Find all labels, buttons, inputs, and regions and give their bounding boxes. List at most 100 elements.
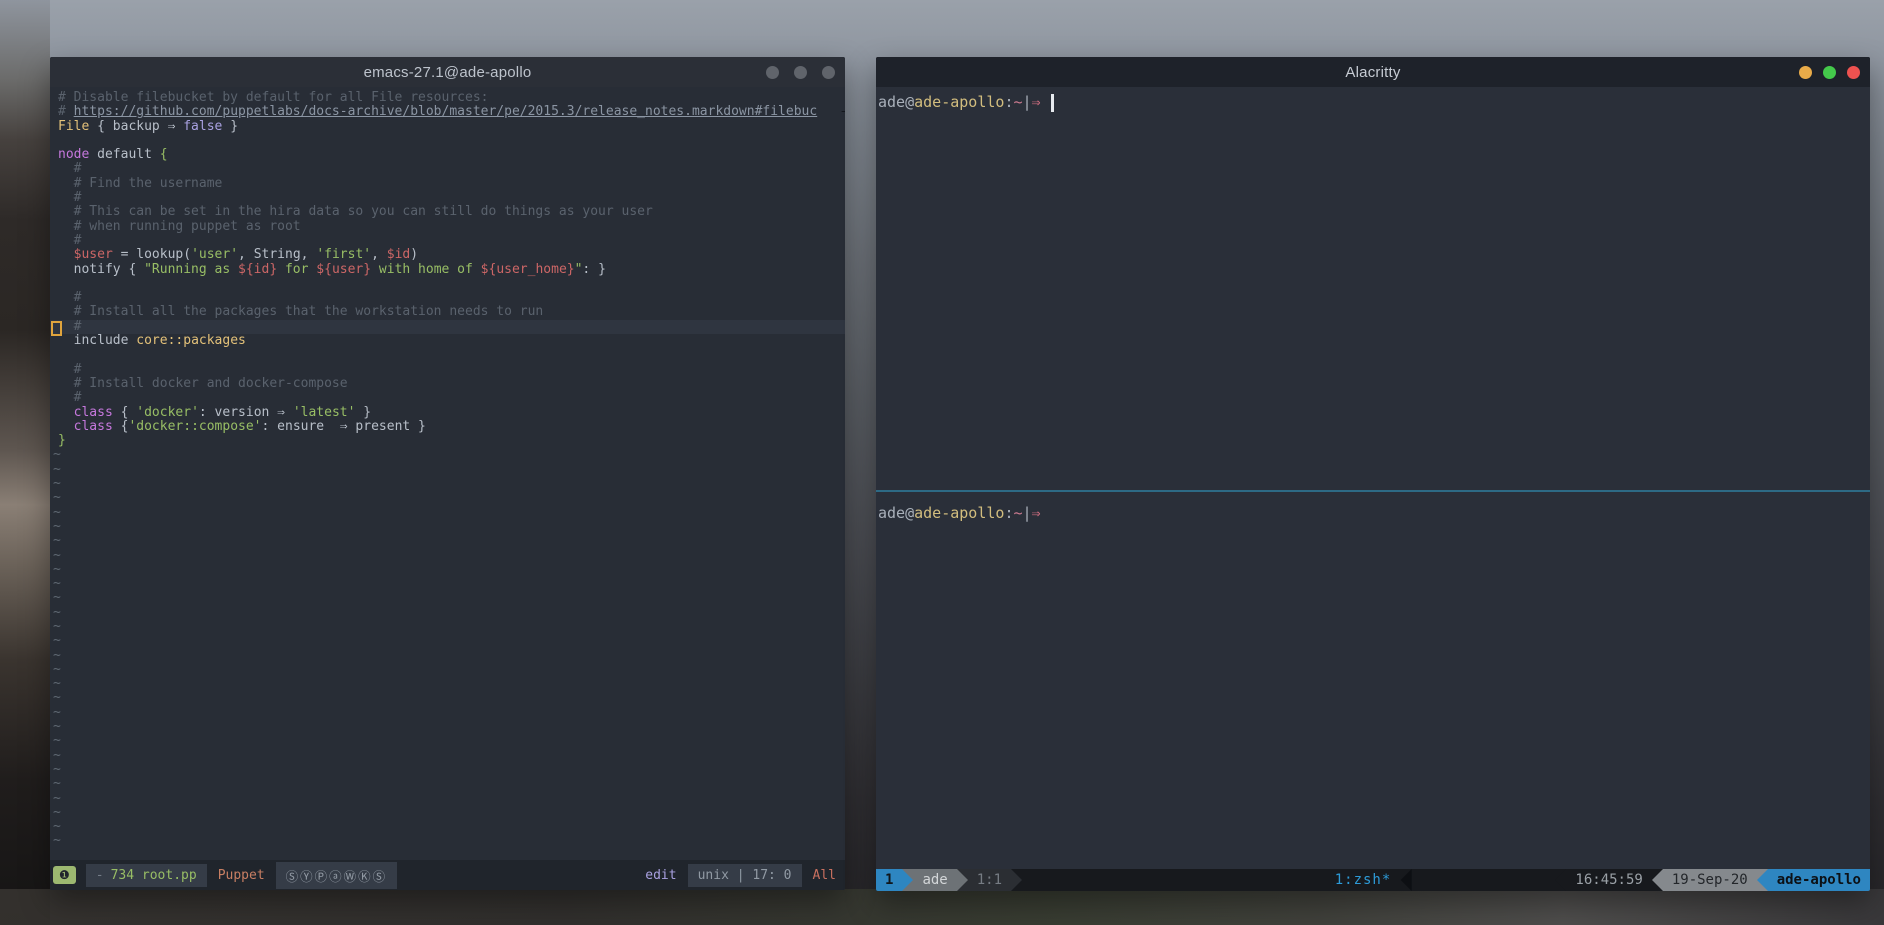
terminal-pane-bottom[interactable]: ade@ade-apollo:~|⇒ <box>876 492 1870 869</box>
code-line: } <box>50 434 845 448</box>
alacritty-window-title: Alacritty <box>1345 64 1400 81</box>
code-line: # when running puppet as root <box>50 220 845 234</box>
code-token: # <box>58 390 81 405</box>
code-token: ) <box>410 247 418 262</box>
buffer-position-chip: - 734 root.pp <box>86 864 207 887</box>
code-line: # Disable filebucket by default for all … <box>50 91 845 105</box>
prompt-token: : <box>1004 504 1013 523</box>
emacs-window-title: emacs-27.1@ade-apollo <box>364 64 532 81</box>
code-line: node default { <box>50 148 845 162</box>
terminal-pane-top[interactable]: ade@ade-apollo:~|⇒ <box>876 87 1870 490</box>
emacs-modeline: ❶ - 734 root.pp Puppet ⓈⓎⓅⓐⓌⓀⓈ edit unix… <box>50 860 845 890</box>
alacritty-titlebar[interactable]: Alacritty <box>876 57 1870 87</box>
code-line: # Install docker and docker-compose <box>50 377 845 391</box>
powerline-arrow-icon <box>1757 869 1768 891</box>
tmux-statusbar-right: 16:45:5919-Sep-20ade-apollo <box>1555 869 1870 891</box>
empty-line-tilde: ~ <box>50 520 845 534</box>
alacritty-window: Alacritty ade@ade-apollo:~|⇒ ade@ade-apo… <box>876 57 1870 891</box>
prompt-token: | <box>1023 504 1032 523</box>
code-token: 'docker' <box>136 405 199 420</box>
code-token: class <box>74 405 113 420</box>
shell-prompt: ade@ade-apollo:~|⇒ <box>878 504 1870 523</box>
empty-line-tilde: ~ <box>50 792 845 806</box>
code-line <box>50 277 845 291</box>
prompt-token: @ <box>905 93 914 112</box>
code-line: # Find the username <box>50 177 845 191</box>
major-mode-label: Puppet <box>218 868 265 883</box>
code-token: 'user' <box>191 247 238 262</box>
code-line <box>50 348 845 362</box>
code-token: { <box>113 419 129 434</box>
tmux-segment: 16:45:59 <box>1566 869 1651 891</box>
code-line: # <box>50 291 845 305</box>
window-button-icon[interactable] <box>766 66 779 79</box>
prompt-token: ⇒ <box>1032 504 1041 523</box>
code-token: } <box>355 405 371 420</box>
emacs-window: emacs-27.1@ade-apollo # Disable filebuck… <box>50 57 845 890</box>
empty-line-tilde: ~ <box>50 763 845 777</box>
maximize-button-icon[interactable] <box>1823 66 1836 79</box>
code-token: 'first' <box>316 247 371 262</box>
code-token: ${user} <box>316 262 371 277</box>
emacs-titlebar[interactable]: emacs-27.1@ade-apollo <box>50 57 845 87</box>
terminal-content: ade@ade-apollo:~|⇒ ade@ade-apollo:~|⇒ 1a… <box>876 87 1870 891</box>
code-token: # Install all the packages that the work… <box>58 304 543 319</box>
code-line: class { 'docker': version ⇒ 'latest' } <box>50 406 845 420</box>
tmux-statusbar: 1ade1:1 1:zsh* 16:45:5919-Sep-20ade-apol… <box>876 869 1870 891</box>
powerline-arrow-icon <box>902 869 913 891</box>
code-token: { <box>113 405 136 420</box>
code-line: # https://github.com/puppetlabs/docs-arc… <box>50 105 845 119</box>
code-token: { backup ⇒ <box>89 119 183 134</box>
code-token: # Disable filebucket by default for all … <box>58 90 488 105</box>
terminal-cursor <box>1051 94 1054 112</box>
empty-line-tilde: ~ <box>50 734 845 748</box>
code-line: # <box>50 162 845 176</box>
tmux-segment: ade <box>913 869 956 891</box>
prompt-token: ⇒ <box>1032 93 1041 112</box>
code-line: include core::packages <box>50 334 845 348</box>
powerline-arrow-icon <box>1400 869 1411 891</box>
code-token: $id <box>387 247 410 262</box>
empty-line-tilde: ~ <box>50 834 845 848</box>
code-line: $user = lookup('user', String, 'first', … <box>50 248 845 262</box>
powerline-arrow-icon <box>1011 869 1022 891</box>
empty-line-tilde: ~ <box>50 749 845 763</box>
code-token: { <box>160 147 168 162</box>
empty-line-tilde: ~ <box>50 649 845 663</box>
code-token: for <box>277 262 316 277</box>
wallpaper-rocks <box>0 889 1884 925</box>
code-token: 'docker::compose' <box>128 419 261 434</box>
code-token: # when running puppet as root <box>58 219 301 234</box>
line-truncation-arrow-icon: → <box>841 105 845 119</box>
window-button-icon[interactable] <box>794 66 807 79</box>
empty-line-tilde: ~ <box>50 563 845 577</box>
code-token: class <box>74 419 113 434</box>
workspace-badge: ❶ <box>53 866 76 884</box>
minimize-button-icon[interactable] <box>1799 66 1812 79</box>
empty-line-tilde: ~ <box>50 577 845 591</box>
code-line: # This can be set in the hira data so yo… <box>50 205 845 219</box>
window-button-icon[interactable] <box>822 66 835 79</box>
code-token: ${user_home} <box>481 262 575 277</box>
code-token: # <box>58 290 81 305</box>
tmux-window-entry[interactable]: 1:zsh* <box>1335 869 1412 891</box>
close-button-icon[interactable] <box>1847 66 1860 79</box>
empty-line-tilde: ~ <box>50 620 845 634</box>
scroll-position-indicator: All <box>813 868 836 883</box>
code-token: # <box>58 362 81 377</box>
powerline-arrow-icon <box>957 869 968 891</box>
code-token: } <box>58 433 66 448</box>
emacs-editor[interactable]: # Disable filebucket by default for all … <box>50 87 845 860</box>
tmux-segment: 19-Sep-20 <box>1663 869 1757 891</box>
code-token: : } <box>582 262 605 277</box>
code-token: # Install docker and docker-compose <box>58 376 348 391</box>
code-token <box>58 419 74 434</box>
code-token <box>58 405 74 420</box>
code-token <box>58 247 74 262</box>
code-line: # <box>50 391 845 405</box>
prompt-token: ade-apollo <box>914 93 1004 112</box>
code-token: # <box>58 233 81 248</box>
empty-line-tilde: ~ <box>50 634 845 648</box>
code-token: $user <box>74 247 113 262</box>
prompt-token: ade-apollo <box>914 504 1004 523</box>
